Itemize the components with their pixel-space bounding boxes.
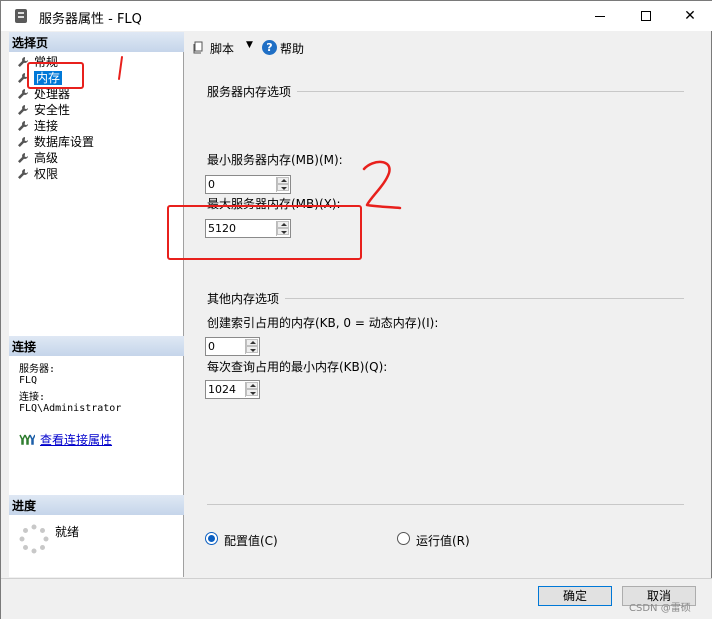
decrement-arrow-icon[interactable] <box>246 389 258 396</box>
server-label: 服务器: <box>19 364 56 375</box>
nav-item-database-settings[interactable]: 数据库设置 <box>17 134 94 150</box>
wrench-icon <box>18 73 28 83</box>
window-title: 服务器属性 - FLQ <box>39 12 142 27</box>
toolbar: 脚本 ▼ ? 帮助 <box>185 32 705 62</box>
view-connection-properties-link[interactable]: 查看连接属性 <box>19 431 112 448</box>
index-memory-spinner[interactable]: 0 <box>205 337 260 356</box>
configured-values-label: 配置值(C) <box>224 534 278 548</box>
nav-item-memory[interactable]: 内存 <box>17 70 94 86</box>
progress-spinner-icon <box>19 524 49 554</box>
decrement-arrow-icon[interactable] <box>277 228 289 235</box>
minimize-icon <box>595 15 605 17</box>
group-divider <box>297 91 684 92</box>
wrench-icon <box>18 153 28 163</box>
connection-info: 服务器: FLQ 连接: FLQ\Administrator <box>19 364 121 420</box>
spinner-buttons <box>245 339 258 354</box>
connection-value: FLQ\Administrator <box>19 403 122 414</box>
watermark: CSDN @雷硕 <box>629 603 691 614</box>
bottom-divider <box>207 504 684 505</box>
connection-properties-icon <box>19 434 35 445</box>
wrench-icon <box>18 105 28 115</box>
min-server-memory-label: 最小服务器内存(MB)(M): <box>207 153 343 167</box>
title-bar[interactable]: 服务器属性 - FLQ ✕ <box>1 1 712 31</box>
increment-arrow-icon[interactable] <box>246 339 258 346</box>
script-icon <box>193 41 203 54</box>
radio-checked-icon <box>205 532 218 545</box>
help-icon: ? <box>262 40 277 55</box>
min-query-memory-spinner[interactable]: 1024 <box>205 380 260 399</box>
min-server-memory-value: 0 <box>208 178 215 191</box>
max-server-memory-value: 5120 <box>208 222 236 235</box>
nav-label: 常规 <box>34 55 59 69</box>
maximize-icon <box>641 11 651 21</box>
wrench-icon <box>18 137 28 147</box>
script-button[interactable]: 脚本 <box>193 40 234 57</box>
min-query-memory-value: 1024 <box>208 383 236 396</box>
script-label: 脚本 <box>210 42 235 56</box>
spinner-buttons <box>276 221 289 236</box>
server-value: FLQ <box>19 375 38 386</box>
nav-label: 处理器 <box>34 87 71 101</box>
nav-label: 权限 <box>34 167 59 181</box>
wrench-icon <box>18 169 28 179</box>
minimize-button[interactable] <box>577 1 623 31</box>
select-page-header: 选择页 <box>9 32 184 52</box>
nav-item-security[interactable]: 安全性 <box>17 102 94 118</box>
nav-label: 数据库设置 <box>34 135 95 149</box>
running-values-radio[interactable]: 运行值(R) <box>397 532 470 549</box>
nav-label: 内存 <box>34 71 63 85</box>
ok-button[interactable]: 确定 <box>538 586 612 606</box>
increment-arrow-icon[interactable] <box>246 382 258 389</box>
progress-status: 就绪 <box>55 525 80 539</box>
view-connection-properties-label: 查看连接属性 <box>40 433 113 447</box>
nav-item-permissions[interactable]: 权限 <box>17 166 94 182</box>
nav-item-advanced[interactable]: 高级 <box>17 150 94 166</box>
left-pane: 选择页 常规 内存 处理器 安全性 连接 数据库设置 高级 权限 连接 服务器:… <box>9 32 184 577</box>
maximize-button[interactable] <box>623 1 669 31</box>
spinner-buttons <box>276 177 289 192</box>
index-memory-value: 0 <box>208 340 215 353</box>
wrench-icon <box>18 57 28 67</box>
progress-header: 进度 <box>9 495 184 515</box>
wrench-icon <box>18 121 28 131</box>
increment-arrow-icon[interactable] <box>277 221 289 228</box>
spinner-buttons <box>245 382 258 397</box>
other-memory-group-title: 其他内存选项 <box>207 292 280 306</box>
nav-label: 连接 <box>34 119 59 133</box>
min-query-memory-label: 每次查询占用的最小内存(KB)(Q): <box>207 360 388 374</box>
nav-item-processor[interactable]: 处理器 <box>17 86 94 102</box>
server-properties-window: 服务器属性 - FLQ ✕ 选择页 常规 内存 处理器 安全性 连接 数据库设置… <box>0 0 712 619</box>
close-button[interactable]: ✕ <box>667 1 712 31</box>
page-nav-list: 常规 内存 处理器 安全性 连接 数据库设置 高级 权限 <box>17 54 94 182</box>
increment-arrow-icon[interactable] <box>277 177 289 184</box>
connection-label: 连接: <box>19 392 46 403</box>
configured-values-radio[interactable]: 配置值(C) <box>205 532 278 549</box>
running-values-label: 运行值(R) <box>416 534 470 548</box>
server-memory-group-title: 服务器内存选项 <box>207 85 292 99</box>
nav-label: 高级 <box>34 151 59 165</box>
index-memory-label: 创建索引占用的内存(KB, 0 = 动态内存)(I): <box>207 316 439 330</box>
script-dropdown-icon[interactable]: ▼ <box>246 40 253 50</box>
memory-page: 脚本 ▼ ? 帮助 服务器内存选项 最小服务器内存(MB)(M): 0 最大服务… <box>185 32 705 577</box>
connection-header: 连接 <box>9 336 184 356</box>
server-icon <box>15 9 27 23</box>
wrench-icon <box>18 89 28 99</box>
help-button[interactable]: ? 帮助 <box>262 40 304 57</box>
min-server-memory-spinner[interactable]: 0 <box>205 175 291 194</box>
help-label: 帮助 <box>280 42 305 56</box>
nav-item-connections[interactable]: 连接 <box>17 118 94 134</box>
max-server-memory-label: 最大服务器内存(MB)(X): <box>207 197 341 211</box>
dialog-button-bar: 确定 取消 CSDN @雷硕 <box>1 578 712 619</box>
decrement-arrow-icon[interactable] <box>246 346 258 353</box>
radio-unchecked-icon <box>397 532 410 545</box>
max-server-memory-spinner[interactable]: 5120 <box>205 219 291 238</box>
decrement-arrow-icon[interactable] <box>277 184 289 191</box>
nav-label: 安全性 <box>34 103 71 117</box>
nav-item-general[interactable]: 常规 <box>17 54 94 70</box>
group-divider <box>285 298 684 299</box>
